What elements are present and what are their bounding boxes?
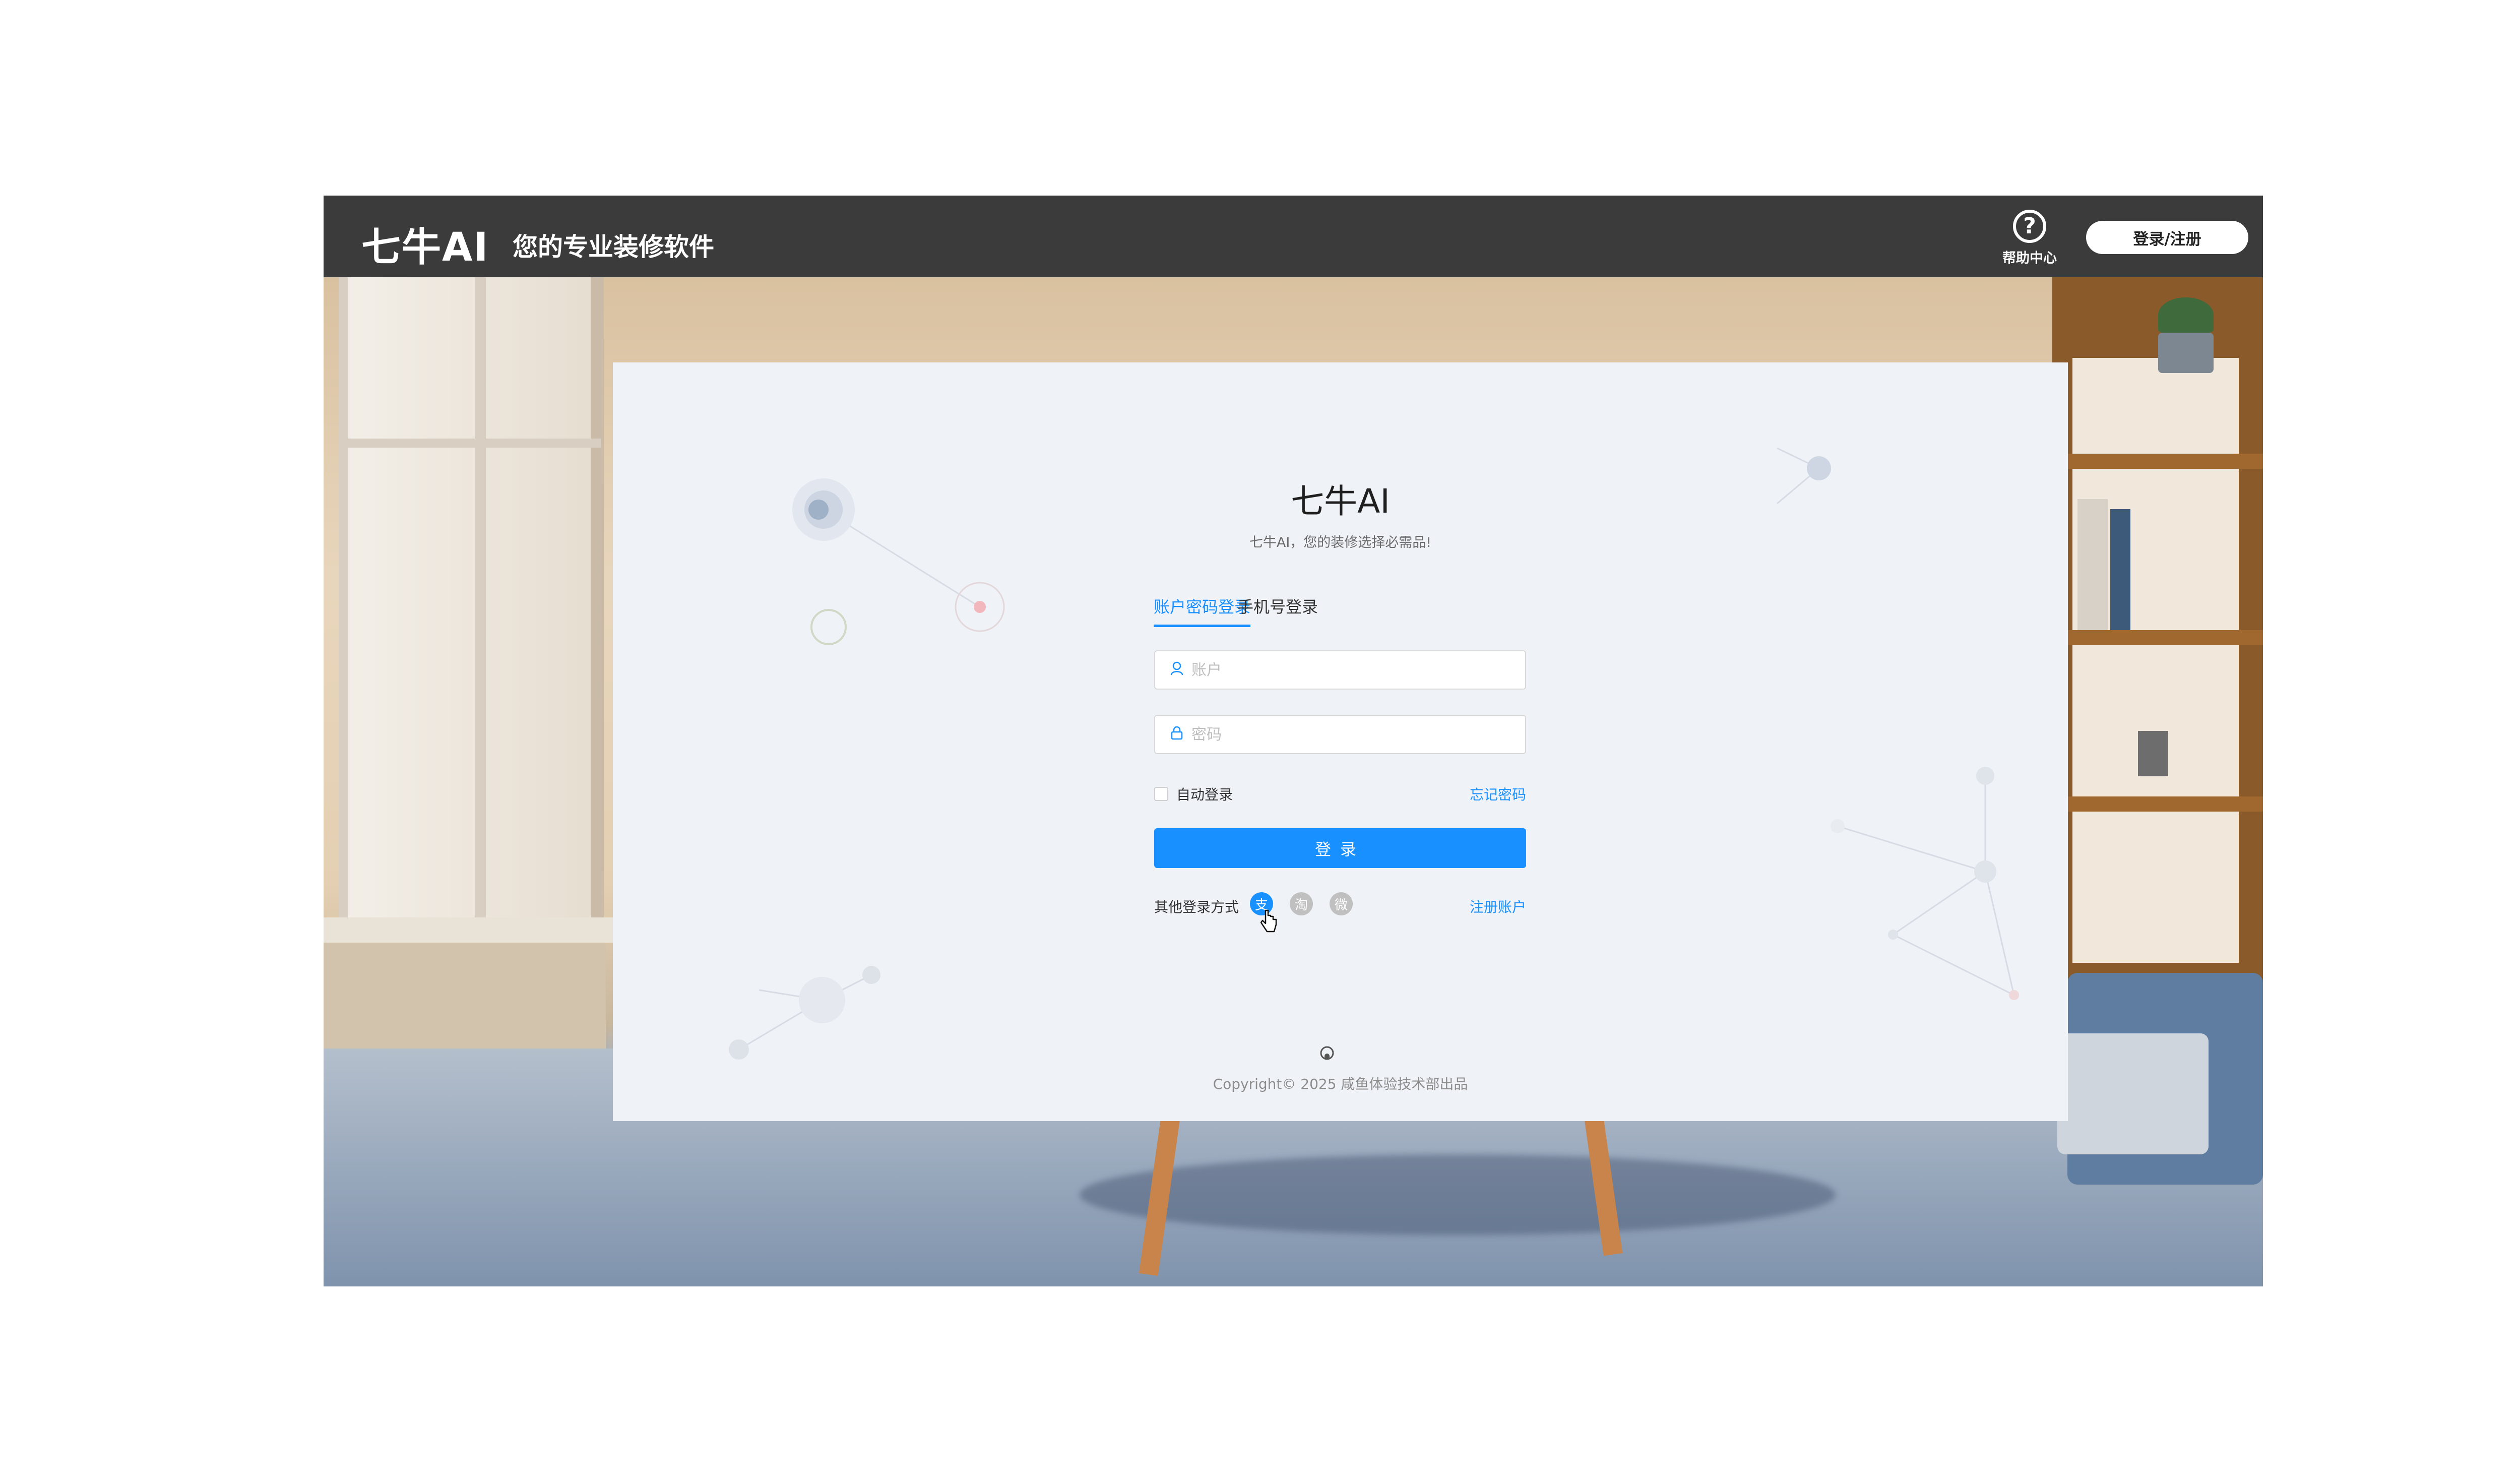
checkbox-box[interactable] [1154, 787, 1168, 801]
help-center-button[interactable]: ? 帮助中心 [1999, 210, 2060, 271]
login-card: 七牛AI 七牛AI，您的装修选择必需品! 账户密码登录 手机号登录 自动登录 忘… [613, 362, 2068, 1121]
app-window: 七牛AI 您的专业装修软件 ? 帮助中心 登录/注册 七牛AI 七牛AI，您的装… [324, 196, 2263, 1286]
forgot-password-link[interactable]: 忘记密码 [1470, 784, 1526, 804]
lock-icon [1168, 726, 1185, 744]
password-field[interactable] [1154, 715, 1526, 754]
login-subtitle: 七牛AI，您的装修选择必需品! [1249, 535, 1432, 550]
taobao-icon[interactable]: 淘 [1290, 892, 1313, 915]
register-account-link[interactable]: 注册账户 [1470, 896, 1526, 916]
user-icon [1168, 661, 1185, 679]
app-logo[interactable]: 七牛AI [361, 216, 489, 272]
help-center-label: 帮助中心 [2002, 251, 2057, 266]
mouse-pointer-icon [1260, 909, 1278, 938]
login-register-button[interactable]: 登录/注册 [2086, 221, 2248, 254]
tab-account-login[interactable]: 账户密码登录 [1154, 594, 1251, 627]
tab-phone-login[interactable]: 手机号登录 [1237, 594, 1318, 618]
login-title: 七牛AI [1291, 482, 1390, 521]
app-slogan: 您的专业装修软件 [513, 232, 714, 262]
auto-login-label: 自动登录 [1176, 786, 1233, 803]
github-icon[interactable] [1319, 1045, 1335, 1065]
weibo-icon[interactable]: 微 [1330, 892, 1353, 915]
login-submit-button[interactable]: 登录 [1154, 828, 1526, 868]
account-field[interactable] [1154, 650, 1526, 690]
other-login-methods-label: 其他登录方式 [1154, 899, 1239, 915]
auto-login-checkbox[interactable]: 自动登录 [1154, 784, 1233, 804]
password-input[interactable] [1190, 719, 1525, 750]
top-bar: 七牛AI 您的专业装修软件 ? 帮助中心 登录/注册 [324, 196, 2263, 277]
copyright-text: Copyright© 2025 咸鱼体验技术部出品 [1213, 1076, 1468, 1092]
help-icon: ? [2013, 210, 2046, 243]
account-input[interactable] [1190, 654, 1525, 686]
